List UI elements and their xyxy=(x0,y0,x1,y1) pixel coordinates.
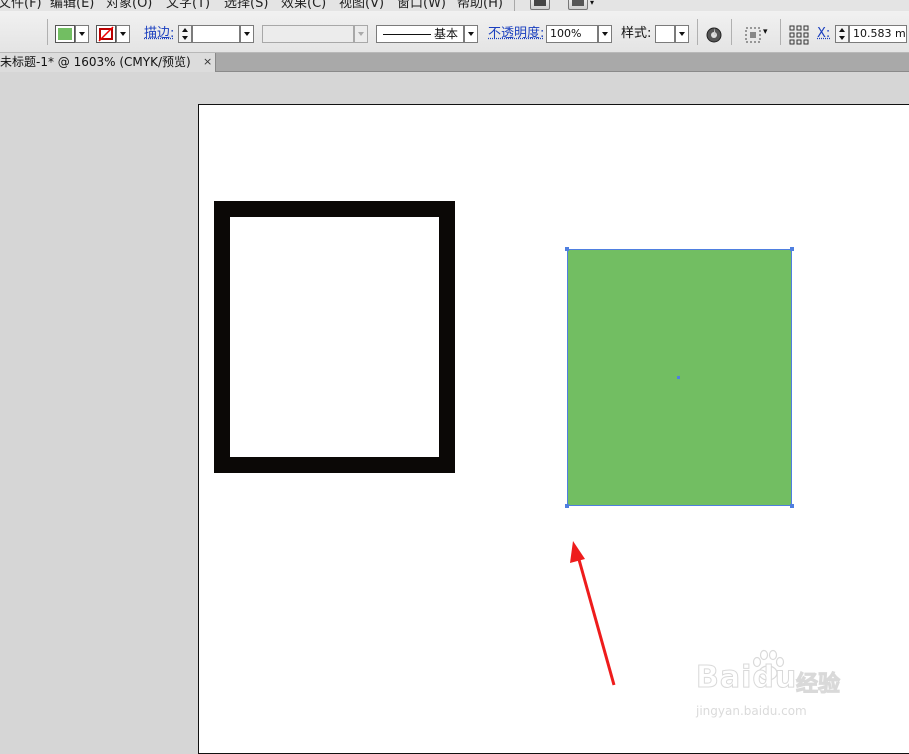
x-stepper[interactable] xyxy=(835,25,849,43)
graphic-style-swatch[interactable] xyxy=(655,25,675,43)
bridge-button[interactable] xyxy=(530,0,550,10)
selection-handle[interactable] xyxy=(790,247,794,251)
stroke-swatch[interactable] xyxy=(96,25,116,43)
align-selection-icon[interactable] xyxy=(744,26,762,44)
opacity-field[interactable]: 100% xyxy=(546,25,598,43)
menu-type[interactable]: 文字(T) xyxy=(166,0,210,11)
brush-definition-dropdown xyxy=(354,25,368,43)
opacity-dropdown[interactable] xyxy=(598,25,612,43)
menu-effect[interactable]: 效果(C) xyxy=(281,0,326,11)
selection-handle[interactable] xyxy=(790,504,794,508)
selection-center-point xyxy=(677,376,680,379)
arrange-documents-button[interactable] xyxy=(568,0,588,10)
recolor-artwork-icon[interactable] xyxy=(706,27,722,43)
selection-handle[interactable] xyxy=(565,247,569,251)
menu-divider xyxy=(514,0,515,11)
stroke-profile-label: 基本 xyxy=(434,27,459,41)
stroke-weight-stepper[interactable] xyxy=(178,25,192,43)
menu-file[interactable]: 文件(F) xyxy=(0,0,42,11)
watermark-url: jingyan.baidu.com xyxy=(696,704,807,718)
menu-bar: 文件(F) 编辑(E) 对象(O) 文字(T) 选择(S) 效果(C) 视图(V… xyxy=(0,0,909,11)
control-bar: 描边: 基本 不透明度: 100% 样式: ▾ X: 10.583 mm xyxy=(0,11,909,53)
watermark-cn: 经验 xyxy=(795,672,841,698)
menu-edit[interactable]: 编辑(E) xyxy=(50,0,94,11)
graphic-style-dropdown[interactable] xyxy=(675,25,689,43)
document-tab[interactable]: 未标题-1* @ 1603% (CMYK/预览) × xyxy=(0,53,216,72)
fill-dropdown[interactable] xyxy=(75,25,89,43)
toolbar-divider xyxy=(731,19,732,45)
x-label[interactable]: X: xyxy=(817,26,830,42)
stroked-rectangle[interactable] xyxy=(214,201,455,473)
style-label: 样式: xyxy=(621,26,652,41)
menu-select[interactable]: 选择(S) xyxy=(224,0,268,11)
document-tab-title: 未标题-1* @ 1603% (CMYK/预览) xyxy=(0,55,191,69)
fill-swatch[interactable] xyxy=(55,25,75,43)
brush-definition-field xyxy=(262,25,354,43)
stroke-label[interactable]: 描边: xyxy=(144,26,174,42)
toolbar-divider xyxy=(47,19,48,45)
menu-object[interactable]: 对象(O) xyxy=(106,0,152,11)
watermark: Baidu 经验 jingyan.baidu.com xyxy=(695,646,866,726)
menu-view[interactable]: 视图(V) xyxy=(339,0,384,11)
stroke-profile-dropdown[interactable] xyxy=(464,25,478,43)
reference-point-icon[interactable] xyxy=(789,25,809,45)
toolbar-divider xyxy=(697,19,698,45)
menu-help[interactable]: 帮助(H) xyxy=(457,0,503,11)
stroke-weight-dropdown[interactable] xyxy=(240,25,254,43)
toolbar-divider xyxy=(780,19,781,45)
menu-window[interactable]: 窗口(W) xyxy=(397,0,446,11)
stroke-profile-field[interactable]: 基本 xyxy=(376,25,464,43)
arrange-dropdown-icon[interactable]: ▾ xyxy=(590,0,594,7)
document-tab-strip: 未标题-1* @ 1603% (CMYK/预览) × xyxy=(0,53,909,72)
stroke-dropdown[interactable] xyxy=(116,25,130,43)
no-stroke-icon xyxy=(98,26,114,42)
selection-handle[interactable] xyxy=(565,504,569,508)
align-dropdown-icon[interactable]: ▾ xyxy=(763,27,768,37)
stroke-weight-field[interactable] xyxy=(192,25,240,43)
x-field[interactable]: 10.583 mm xyxy=(849,25,907,43)
close-tab-icon[interactable]: × xyxy=(203,53,212,71)
profile-line xyxy=(383,34,431,35)
fill-color-chip xyxy=(58,28,72,40)
opacity-label[interactable]: 不透明度: xyxy=(488,26,544,42)
watermark-brand: Baidu xyxy=(695,660,798,696)
